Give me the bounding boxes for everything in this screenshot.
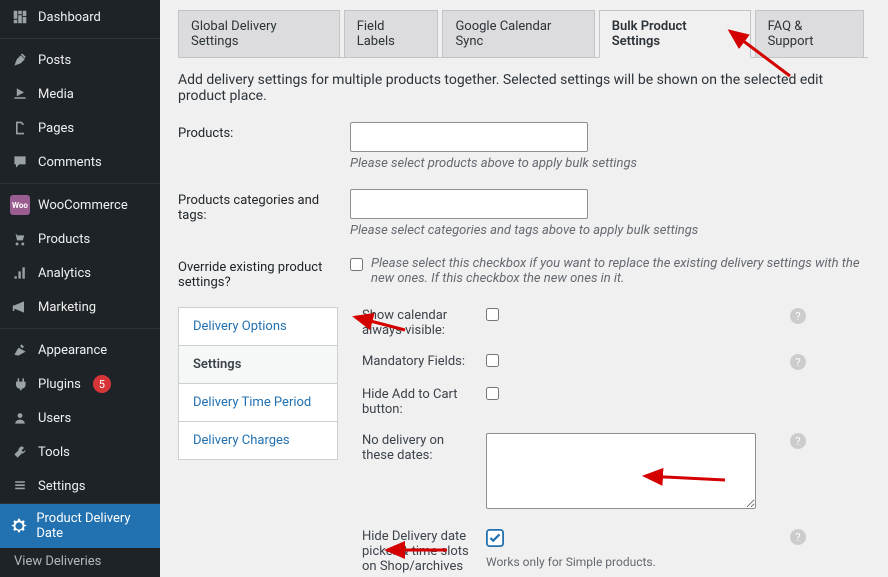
sidebar-item-tools[interactable]: Tools bbox=[0, 435, 160, 469]
sidebar-label: Marketing bbox=[38, 300, 96, 315]
woo-icon: Woo bbox=[10, 195, 30, 215]
help-icon[interactable]: ? bbox=[790, 433, 806, 449]
marketing-icon bbox=[10, 297, 30, 317]
plugins-badge: 5 bbox=[93, 375, 111, 393]
sidebar-item-woocommerce[interactable]: Woo WooCommerce bbox=[0, 188, 160, 222]
sidebar-label: Appearance bbox=[38, 343, 107, 358]
pages-icon bbox=[10, 118, 30, 138]
main-content: Global Delivery Settings Field Labels Go… bbox=[160, 0, 888, 577]
vtab-delivery-options[interactable]: Delivery Options bbox=[178, 307, 338, 346]
sidebar-label: Posts bbox=[38, 53, 71, 68]
pin-icon bbox=[10, 50, 30, 70]
sidebar-label: Settings bbox=[38, 479, 85, 494]
override-helper: Please select this checkbox if you want … bbox=[371, 256, 868, 286]
sidebar-item-product-delivery-date[interactable]: Product Delivery Date bbox=[0, 504, 160, 548]
override-checkbox[interactable] bbox=[350, 258, 363, 271]
sidebar-item-appearance[interactable]: Appearance bbox=[0, 333, 160, 367]
hide-picker-note: Works only for Simple products. bbox=[486, 555, 786, 569]
categories-label: Products categories and tags: bbox=[178, 189, 350, 223]
no-delivery-textarea[interactable] bbox=[486, 433, 756, 509]
vtab-delivery-charges[interactable]: Delivery Charges bbox=[178, 421, 338, 460]
sidebar-label: Products bbox=[38, 232, 90, 247]
top-tabs: Global Delivery Settings Field Labels Go… bbox=[178, 10, 868, 58]
vtab-delivery-time-period[interactable]: Delivery Time Period bbox=[178, 383, 338, 422]
no-delivery-label: No delivery on these dates: bbox=[362, 433, 486, 463]
dashboard-icon bbox=[10, 7, 30, 27]
page-description: Add delivery settings for multiple produ… bbox=[178, 72, 868, 104]
hide-cart-checkbox[interactable] bbox=[486, 387, 499, 400]
users-icon bbox=[10, 408, 30, 428]
sidebar-label: WooCommerce bbox=[38, 198, 128, 213]
help-icon[interactable]: ? bbox=[790, 354, 806, 370]
sidebar-item-products[interactable]: Products bbox=[0, 222, 160, 256]
hide-cart-label: Hide Add to Cart button: bbox=[362, 387, 486, 417]
tab-bulk-product-settings[interactable]: Bulk Product Settings bbox=[599, 10, 751, 58]
sidebar-label: Analytics bbox=[38, 266, 91, 281]
gear-icon bbox=[10, 516, 28, 536]
categories-select[interactable] bbox=[350, 189, 588, 219]
sidebar-label: Product Delivery Date bbox=[36, 511, 150, 541]
sidebar-item-dashboard[interactable]: Dashboard bbox=[0, 0, 160, 34]
media-icon bbox=[10, 84, 30, 104]
products-select[interactable] bbox=[350, 122, 588, 152]
sidebar-label: Users bbox=[38, 411, 71, 426]
comments-icon bbox=[10, 152, 30, 172]
plugins-icon bbox=[10, 374, 30, 394]
sidebar-label: Comments bbox=[38, 155, 102, 170]
help-icon[interactable]: ? bbox=[790, 529, 806, 545]
mandatory-fields-checkbox[interactable] bbox=[486, 354, 499, 367]
tools-icon bbox=[10, 442, 30, 462]
sidebar-item-comments[interactable]: Comments bbox=[0, 145, 160, 179]
sidebar-item-pages[interactable]: Pages bbox=[0, 111, 160, 145]
sidebar-item-posts[interactable]: Posts bbox=[0, 43, 160, 77]
show-calendar-label: Show calendar always visible: bbox=[362, 308, 486, 338]
sidebar-label: Pages bbox=[38, 121, 74, 136]
show-calendar-checkbox[interactable] bbox=[486, 308, 499, 321]
tab-field-labels[interactable]: Field Labels bbox=[344, 10, 439, 57]
sidebar-item-plugins[interactable]: Plugins 5 bbox=[0, 367, 160, 401]
settings-icon bbox=[10, 476, 30, 496]
override-label: Override existing product settings? bbox=[178, 256, 350, 290]
vtab-settings[interactable]: Settings bbox=[178, 345, 338, 384]
hide-picker-label: Hide Delivery date picker & time slots o… bbox=[362, 529, 486, 577]
sidebar-item-marketing[interactable]: Marketing bbox=[0, 290, 160, 324]
sidebar-label: Dashboard bbox=[38, 10, 101, 25]
tab-faq-support[interactable]: FAQ & Support bbox=[755, 10, 864, 57]
help-icon[interactable]: ? bbox=[790, 308, 806, 324]
products-label: Products: bbox=[178, 122, 350, 141]
analytics-icon bbox=[10, 263, 30, 283]
sidebar-item-media[interactable]: Media bbox=[0, 77, 160, 111]
sidebar-item-settings[interactable]: Settings bbox=[0, 469, 160, 503]
admin-sidebar: Dashboard Posts Media Pages Comments Woo bbox=[0, 0, 160, 577]
sidebar-label: Plugins bbox=[38, 377, 81, 392]
vertical-tabs: Delivery Options Settings Delivery Time … bbox=[178, 308, 338, 577]
sidebar-label: Media bbox=[38, 87, 74, 102]
tab-global-delivery-settings[interactable]: Global Delivery Settings bbox=[178, 10, 340, 57]
sidebar-item-users[interactable]: Users bbox=[0, 401, 160, 435]
appearance-icon bbox=[10, 340, 30, 360]
products-icon bbox=[10, 229, 30, 249]
mandatory-fields-label: Mandatory Fields: bbox=[362, 354, 486, 369]
sidebar-item-analytics[interactable]: Analytics bbox=[0, 256, 160, 290]
products-helper: Please select products above to apply bu… bbox=[350, 156, 868, 171]
hide-picker-checkbox[interactable] bbox=[486, 536, 504, 551]
categories-helper: Please select categories and tags above … bbox=[350, 223, 868, 238]
sidebar-sub-view-deliveries[interactable]: View Deliveries bbox=[0, 548, 160, 575]
sidebar-label: Tools bbox=[38, 445, 70, 460]
tab-google-calendar-sync[interactable]: Google Calendar Sync bbox=[442, 10, 594, 57]
